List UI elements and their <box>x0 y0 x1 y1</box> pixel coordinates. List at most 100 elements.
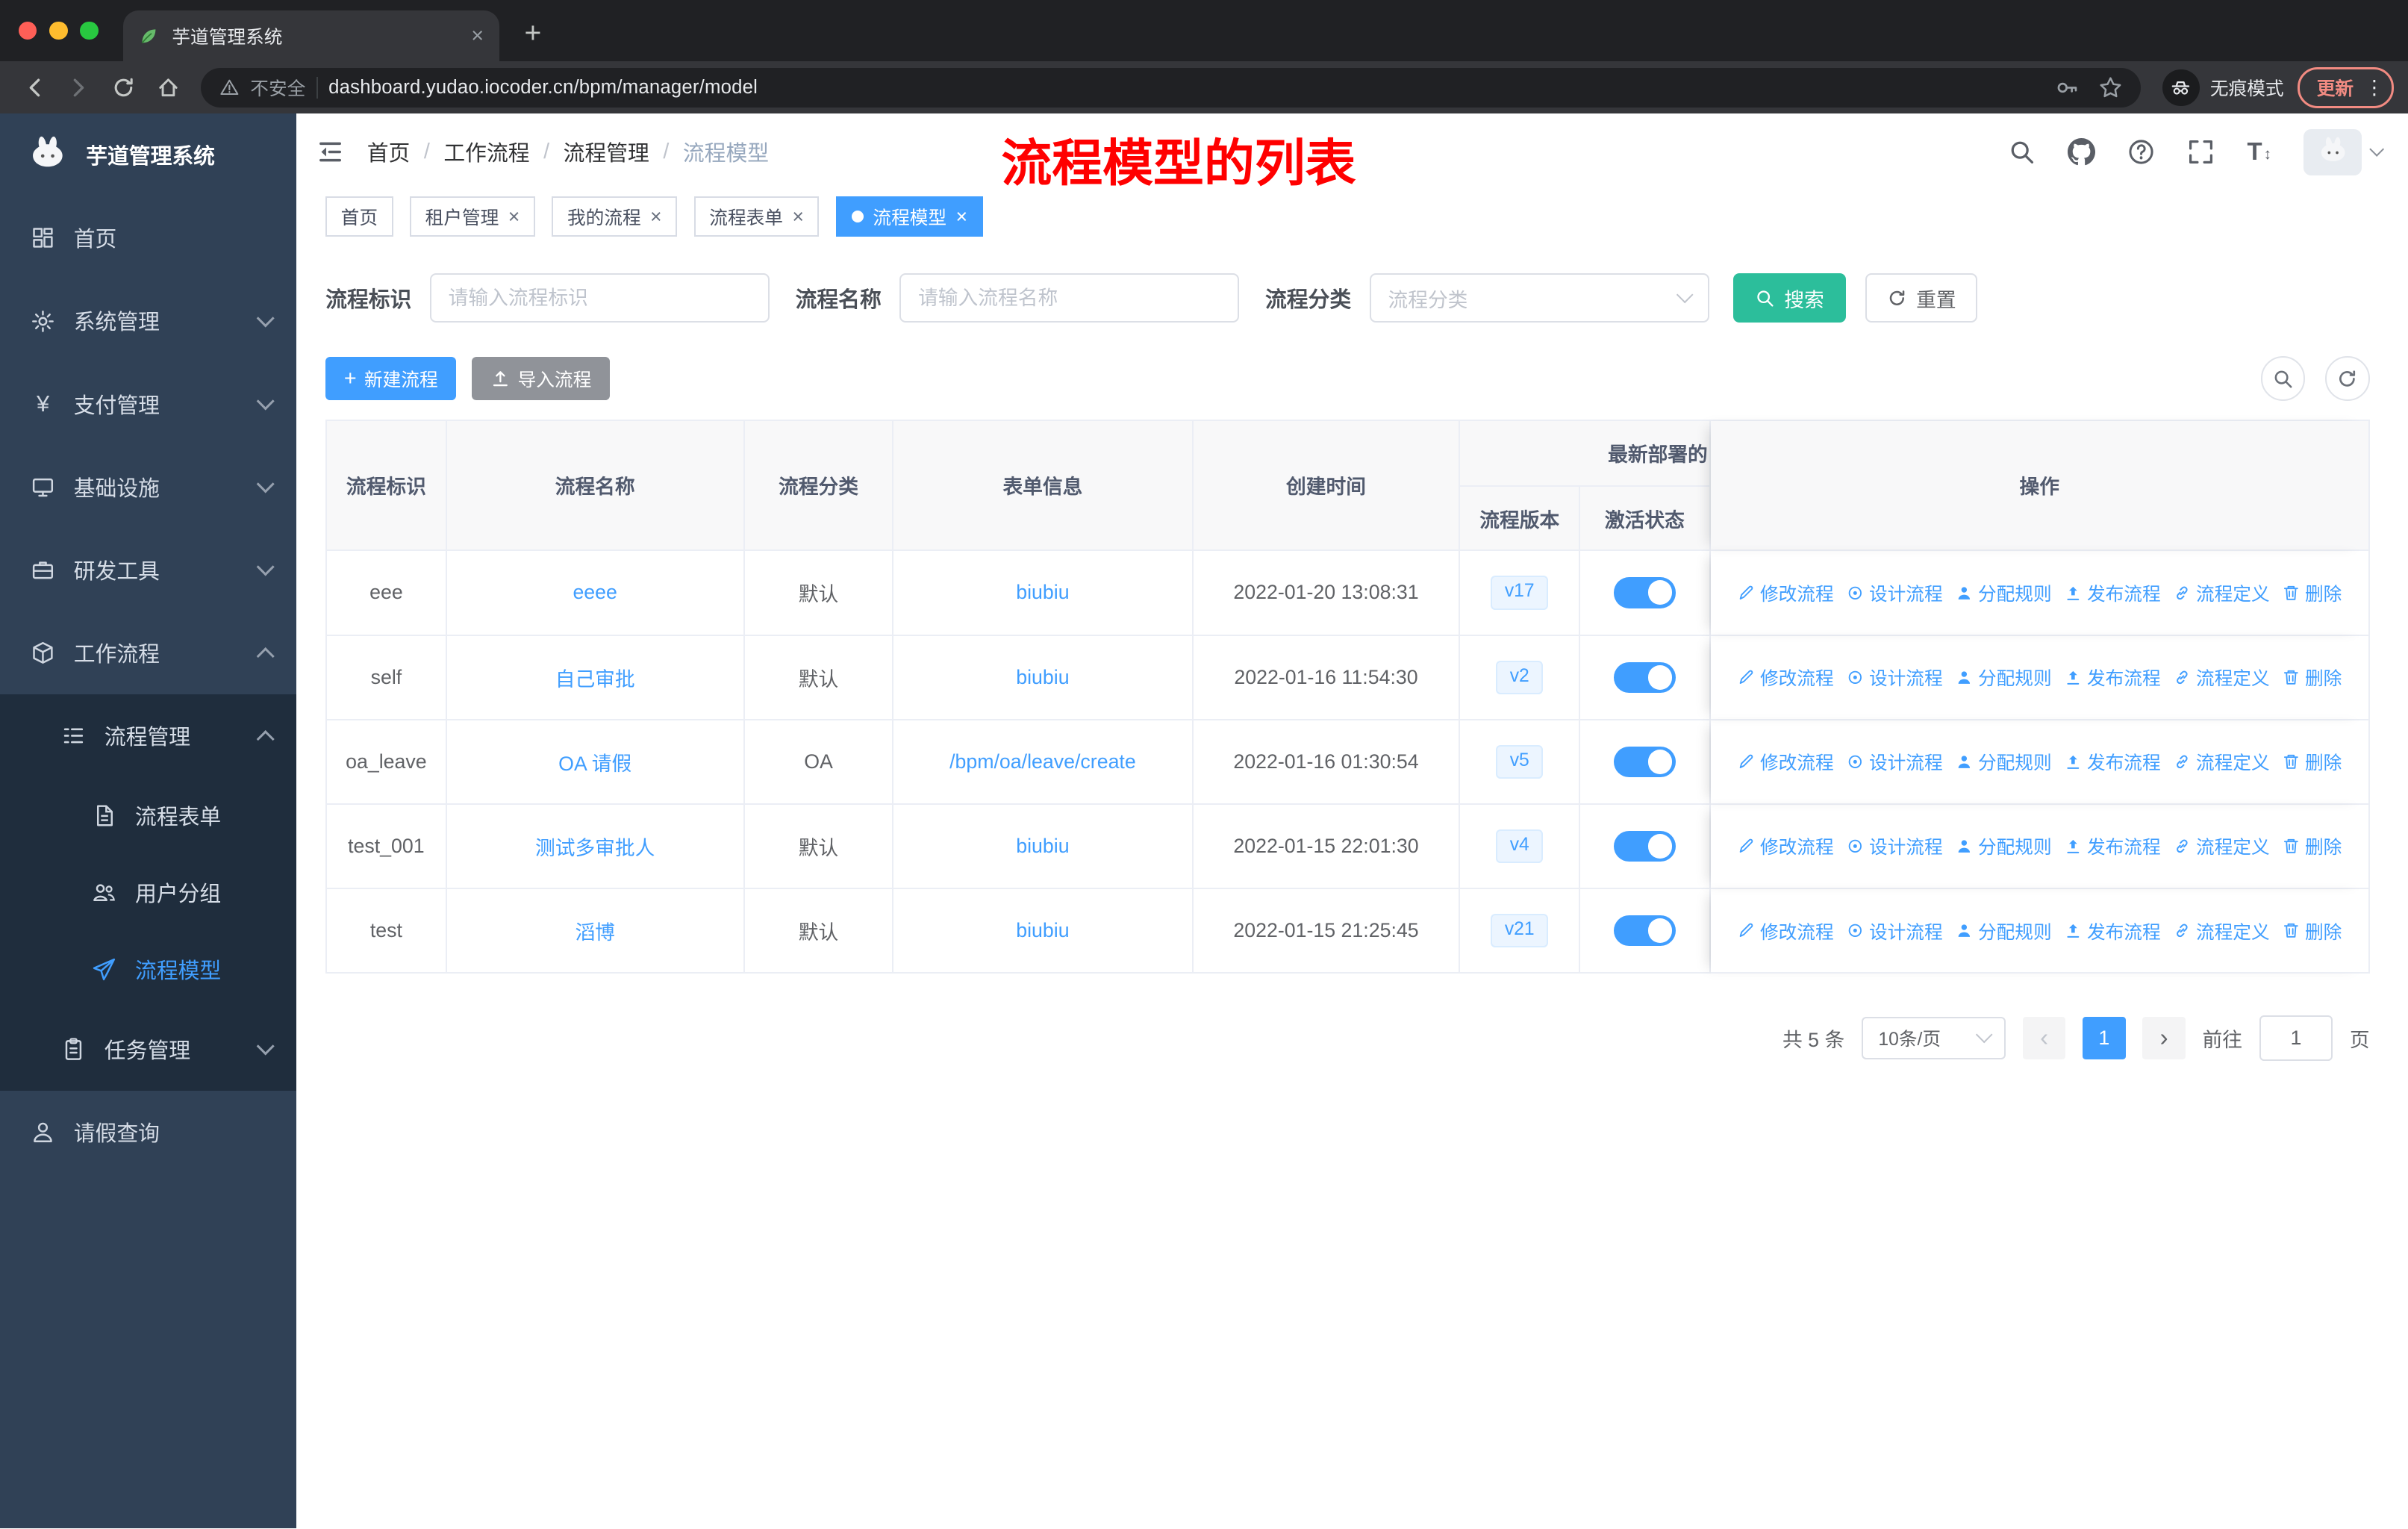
modify-process-link[interactable]: 修改流程 <box>1737 918 1834 944</box>
active-status-toggle[interactable] <box>1614 661 1676 693</box>
design-process-link[interactable]: 设计流程 <box>1846 579 1943 606</box>
tag-home[interactable]: 首页 <box>325 196 393 237</box>
sidebar-toggle-button[interactable] <box>296 113 364 190</box>
publish-process-link[interactable]: 发布流程 <box>2064 748 2161 775</box>
publish-process-link[interactable]: 发布流程 <box>2064 832 2161 859</box>
publish-process-link[interactable]: 发布流程 <box>2064 664 2161 691</box>
form-info-link[interactable]: biubiu <box>1016 835 1069 858</box>
search-button[interactable]: 搜索 <box>1733 273 1846 323</box>
sidebar-item-home[interactable]: 首页 <box>0 196 296 279</box>
create-process-button[interactable]: + 新建流程 <box>325 357 457 400</box>
sidebar-item-system[interactable]: 系统管理 <box>0 279 296 362</box>
process-name-link[interactable]: 自己审批 <box>555 663 635 692</box>
refresh-table-button[interactable] <box>2325 356 2370 401</box>
breadcrumb-home[interactable]: 首页 <box>367 137 411 167</box>
process-definition-link[interactable]: 流程定义 <box>2173 918 2270 944</box>
process-id-input[interactable] <box>430 273 770 323</box>
active-status-toggle[interactable] <box>1614 915 1676 947</box>
sidebar-item-process-management[interactable]: 流程管理 <box>0 694 296 777</box>
assign-rule-link[interactable]: 分配规则 <box>1955 579 2052 606</box>
design-process-link[interactable]: 设计流程 <box>1846 918 1943 944</box>
sidebar-item-user-group[interactable]: 用户分组 <box>0 854 296 931</box>
delete-link[interactable]: 删除 <box>2282 664 2342 691</box>
assign-rule-link[interactable]: 分配规则 <box>1955 748 2052 775</box>
active-status-toggle[interactable] <box>1614 746 1676 777</box>
tag-tenant-management[interactable]: 租户管理 × <box>410 196 535 237</box>
assign-rule-link[interactable]: 分配规则 <box>1955 664 2052 691</box>
active-status-toggle[interactable] <box>1614 577 1676 608</box>
sidebar-item-process-form[interactable]: 流程表单 <box>0 777 296 854</box>
url-text[interactable]: dashboard.yudao.iocoder.cn/bpm/manager/m… <box>328 77 758 99</box>
modify-process-link[interactable]: 修改流程 <box>1737 664 1834 691</box>
form-info-link[interactable]: biubiu <box>1016 666 1069 689</box>
tag-process-form[interactable]: 流程表单 × <box>693 196 820 237</box>
import-process-button[interactable]: 导入流程 <box>471 357 610 400</box>
sidebar-item-task-management[interactable]: 任务管理 <box>0 1008 296 1091</box>
sidebar-item-leave-query[interactable]: 请假查询 <box>0 1091 296 1174</box>
publish-process-link[interactable]: 发布流程 <box>2064 918 2161 944</box>
modify-process-link[interactable]: 修改流程 <box>1737 579 1834 606</box>
assign-rule-link[interactable]: 分配规则 <box>1955 918 2052 944</box>
user-avatar-menu[interactable] <box>2303 128 2385 175</box>
process-name-link[interactable]: OA 请假 <box>558 747 631 776</box>
design-process-link[interactable]: 设计流程 <box>1846 748 1943 775</box>
process-category-select[interactable]: 流程分类 <box>1369 273 1709 323</box>
goto-page-input[interactable] <box>2259 1015 2333 1062</box>
publish-process-link[interactable]: 发布流程 <box>2064 579 2161 606</box>
current-page-button[interactable]: 1 <box>2083 1016 2126 1060</box>
form-info-link[interactable]: biubiu <box>1016 919 1069 942</box>
tag-my-process[interactable]: 我的流程 × <box>552 196 678 237</box>
reload-button[interactable] <box>103 66 145 108</box>
process-name-input[interactable] <box>899 273 1239 323</box>
close-icon[interactable]: × <box>650 206 662 227</box>
form-info-link[interactable]: biubiu <box>1016 581 1069 604</box>
toggle-search-button[interactable] <box>2260 356 2306 401</box>
design-process-link[interactable]: 设计流程 <box>1846 832 1943 859</box>
reset-button[interactable]: 重置 <box>1865 273 1978 323</box>
security-label[interactable]: 不安全 <box>250 74 305 101</box>
process-definition-link[interactable]: 流程定义 <box>2173 579 2270 606</box>
close-icon[interactable]: × <box>955 206 967 227</box>
form-info-link[interactable]: /bpm/oa/leave/create <box>949 750 1136 773</box>
process-definition-link[interactable]: 流程定义 <box>2173 748 2270 775</box>
delete-link[interactable]: 删除 <box>2282 832 2342 859</box>
breadcrumb-process-management[interactable]: 流程管理 <box>564 137 649 167</box>
sidebar-item-payment[interactable]: ¥ 支付管理 <box>0 363 296 446</box>
github-icon[interactable] <box>2068 138 2095 166</box>
new-tab-button[interactable]: + <box>511 12 555 55</box>
font-size-icon[interactable]: T ↕ <box>2248 139 2271 164</box>
window-close-button[interactable] <box>18 21 37 40</box>
modify-process-link[interactable]: 修改流程 <box>1737 832 1834 859</box>
browser-menu-icon[interactable]: ⋮ <box>2364 76 2384 99</box>
delete-link[interactable]: 删除 <box>2282 748 2342 775</box>
delete-link[interactable]: 删除 <box>2282 579 2342 606</box>
sidebar-item-infrastructure[interactable]: 基础设施 <box>0 446 296 529</box>
key-icon[interactable] <box>2055 75 2080 100</box>
assign-rule-link[interactable]: 分配规则 <box>1955 832 2052 859</box>
close-icon[interactable]: × <box>508 206 520 227</box>
active-status-toggle[interactable] <box>1614 830 1676 862</box>
url-bar[interactable]: 不安全 dashboard.yudao.iocoder.cn/bpm/manag… <box>201 67 2142 108</box>
process-definition-link[interactable]: 流程定义 <box>2173 664 2270 691</box>
delete-link[interactable]: 删除 <box>2282 918 2342 944</box>
breadcrumb-workflow[interactable]: 工作流程 <box>443 137 529 167</box>
fullscreen-icon[interactable] <box>2187 138 2215 166</box>
tag-process-model-active[interactable]: 流程模型 × <box>836 196 983 237</box>
process-name-link[interactable]: 滔博 <box>575 916 614 945</box>
modify-process-link[interactable]: 修改流程 <box>1737 748 1834 775</box>
back-button[interactable] <box>14 66 56 108</box>
next-page-button[interactable]: › <box>2142 1016 2186 1060</box>
help-icon[interactable] <box>2127 138 2155 166</box>
process-name-link[interactable]: eeee <box>573 581 617 604</box>
sidebar-item-workflow[interactable]: 工作流程 <box>0 611 296 694</box>
search-icon[interactable] <box>2008 138 2036 166</box>
sidebar-item-process-model[interactable]: 流程模型 <box>0 931 296 1008</box>
forward-button[interactable] <box>58 66 100 108</box>
process-definition-link[interactable]: 流程定义 <box>2173 832 2270 859</box>
sidebar-item-devtools[interactable]: 研发工具 <box>0 529 296 611</box>
tab-close-icon[interactable]: × <box>471 25 484 47</box>
prev-page-button[interactable]: ‹ <box>2022 1016 2066 1060</box>
browser-tab[interactable]: 芋道管理系统 × <box>122 10 499 62</box>
window-minimize-button[interactable] <box>49 21 68 40</box>
design-process-link[interactable]: 设计流程 <box>1846 664 1943 691</box>
